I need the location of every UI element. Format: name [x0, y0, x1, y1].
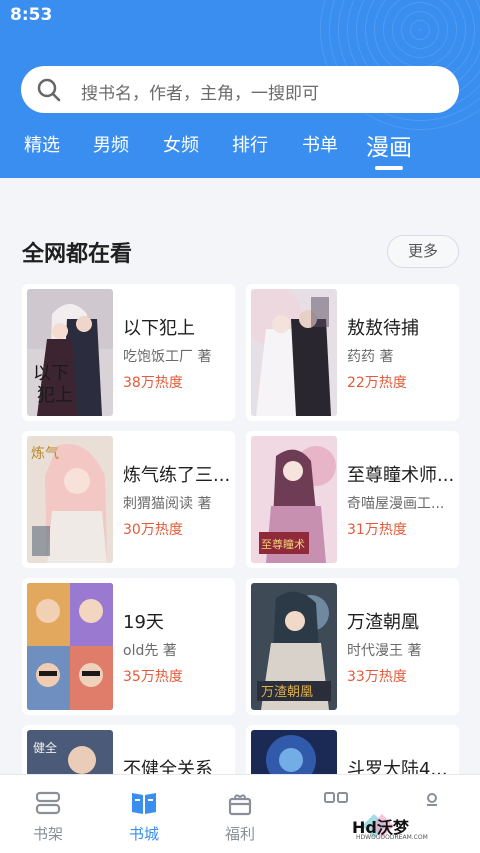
book-cover: 健全 [27, 730, 113, 774]
watermark-subtext: HDWOGOODREAM.COM [356, 834, 428, 841]
book-title: 斗罗大陆4... [347, 759, 448, 774]
book-cover: 至尊瞳术 [251, 436, 337, 563]
nav-label: 书架 [32, 825, 63, 843]
search-bar[interactable]: 搜书名，作者，主角，一搜即可 [21, 66, 459, 113]
book-card[interactable]: 敖敖待捕 药药 著 22万热度 [246, 284, 459, 421]
section-title: 全网都在看 [22, 242, 133, 267]
tab-featured[interactable]: 精选 [24, 131, 60, 157]
book-card[interactable]: 至尊瞳术 至尊瞳术师... 奇喵屋漫画工... 31万热度 [246, 431, 459, 568]
nav-label: 福利 [224, 825, 255, 843]
main-content[interactable]: 全网都在看 更多 以下 犯上 以下犯上 吃饱饭工厂 著 38万热度 敖敖待捕 药… [0, 178, 480, 774]
book-author: 刺猬猫阅读 著 [123, 496, 212, 512]
bookstore-icon [130, 789, 158, 821]
bookshelf-icon [34, 789, 62, 821]
book-title: 以下犯上 [123, 318, 195, 339]
status-bar-time: 8:53 [10, 5, 53, 25]
book-cover [251, 289, 337, 416]
more-button[interactable]: 更多 [387, 235, 459, 268]
book-heat: 33万热度 [347, 669, 407, 685]
header: 8:53 搜书名，作者，主角，一搜即可 精选 男频 女频 排行 书单 漫画 [0, 0, 480, 178]
svg-text:炼气: 炼气 [31, 446, 59, 462]
book-heat: 35万热度 [123, 669, 183, 685]
book-heat: 30万热度 [123, 522, 183, 538]
tab-female[interactable]: 女频 [163, 131, 199, 157]
tab-ranking[interactable]: 排行 [232, 131, 268, 157]
book-card[interactable]: 万渣朝凰 万渣朝凰 时代漫王 著 33万热度 [246, 578, 459, 715]
book-author: 吃饱饭工厂 著 [123, 349, 212, 365]
tab-male[interactable]: 男频 [93, 131, 129, 157]
book-card[interactable]: 炼气 炼气练了三... 刺猬猫阅读 著 30万热度 [22, 431, 235, 568]
book-heat: 38万热度 [123, 375, 183, 391]
book-card[interactable]: 以下 犯上 以下犯上 吃饱饭工厂 著 38万热度 [22, 284, 235, 421]
gift-icon [226, 789, 254, 821]
book-card[interactable]: 健全 不健全关系 [22, 725, 235, 774]
book-title: 至尊瞳术师... [347, 465, 455, 486]
book-title: 不健全关系 [123, 759, 213, 774]
nav-welfare[interactable]: 福利 [192, 775, 288, 853]
book-heat: 22万热度 [347, 375, 407, 391]
svg-text:健全: 健全 [33, 740, 57, 755]
tab-active-indicator [375, 166, 403, 170]
book-heat: 31万热度 [347, 522, 407, 538]
profile-icon [418, 789, 446, 821]
book-author: old先 著 [123, 643, 177, 659]
svg-text:万渣朝凰: 万渣朝凰 [261, 685, 313, 700]
book-card[interactable]: 19天 old先 著 35万热度 [22, 578, 235, 715]
book-title: 炼气练了三... [123, 465, 231, 486]
book-cover: 万渣朝凰 [251, 583, 337, 710]
svg-text:至尊瞳术: 至尊瞳术 [261, 537, 305, 551]
svg-text:犯上: 犯上 [37, 385, 73, 406]
tab-booklist[interactable]: 书单 [302, 131, 338, 157]
search-icon [36, 77, 62, 107]
book-cover [27, 583, 113, 710]
book-title: 万渣朝凰 [347, 612, 419, 633]
book-author: 时代漫王 著 [347, 643, 422, 659]
book-cover [251, 730, 337, 774]
book-title: 敖敖待捕 [347, 318, 419, 339]
nav-bookshelf[interactable]: 书架 [0, 775, 96, 853]
category-tabs: 精选 男频 女频 排行 书单 漫画 [0, 131, 480, 171]
tab-comics[interactable]: 漫画 [366, 128, 412, 162]
grid-icon [322, 789, 350, 821]
book-author: 药药 著 [347, 349, 394, 365]
nav-bookstore[interactable]: 书城 [96, 775, 192, 853]
book-card[interactable]: 斗罗大陆4... [246, 725, 459, 774]
book-author: 奇喵屋漫画工... [347, 496, 445, 512]
book-cover: 炼气 [27, 436, 113, 563]
book-cover: 以下 犯上 [27, 289, 113, 416]
svg-text:以下: 以下 [33, 363, 69, 384]
nav-label: 书城 [128, 825, 159, 843]
book-title: 19天 [123, 612, 164, 633]
search-placeholder: 搜书名，作者，主角，一搜即可 [81, 84, 319, 104]
